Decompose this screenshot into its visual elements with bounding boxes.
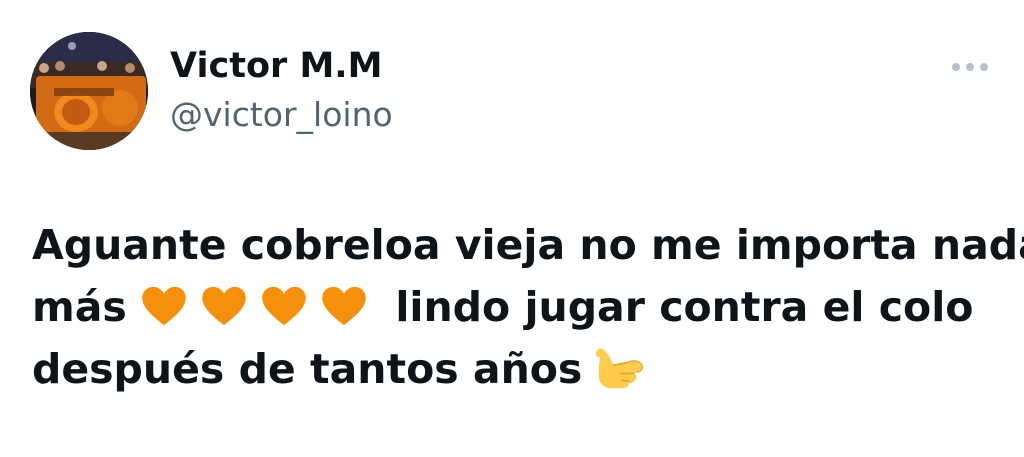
tweet-text-segment: más [32,283,127,331]
orange-heart-icon [261,285,307,327]
tweet-line-3: después de tantos años [32,338,1002,400]
more-horizontal-icon [980,63,988,71]
avatar[interactable] [30,32,148,150]
more-options-button[interactable] [944,52,996,82]
orange-heart-icon [141,285,187,327]
orange-heart-icon [321,285,367,327]
user-handle[interactable]: @victor_loino [170,94,393,136]
avatar-photo [30,32,148,150]
more-horizontal-icon [952,63,960,71]
display-name[interactable]: Victor M.M [170,44,382,88]
orange-heart-icon [201,285,247,327]
more-horizontal-icon [966,63,974,71]
tweet-line-2: más lindo jugar contra el colo [32,276,1002,338]
call-me-hand-icon [592,343,646,393]
tweet-line-1: Aguante cobreloa vieja no me importa nad… [32,221,1024,269]
tweet-text-segment: después de tantos años [32,345,583,393]
tweet-card: Victor M.M @victor_loino Aguante cobrelo… [0,0,1024,457]
tweet-text: Aguante cobreloa vieja no me importa nad… [32,214,1024,400]
tweet-text-segment: lindo jugar contra el colo [395,283,974,331]
